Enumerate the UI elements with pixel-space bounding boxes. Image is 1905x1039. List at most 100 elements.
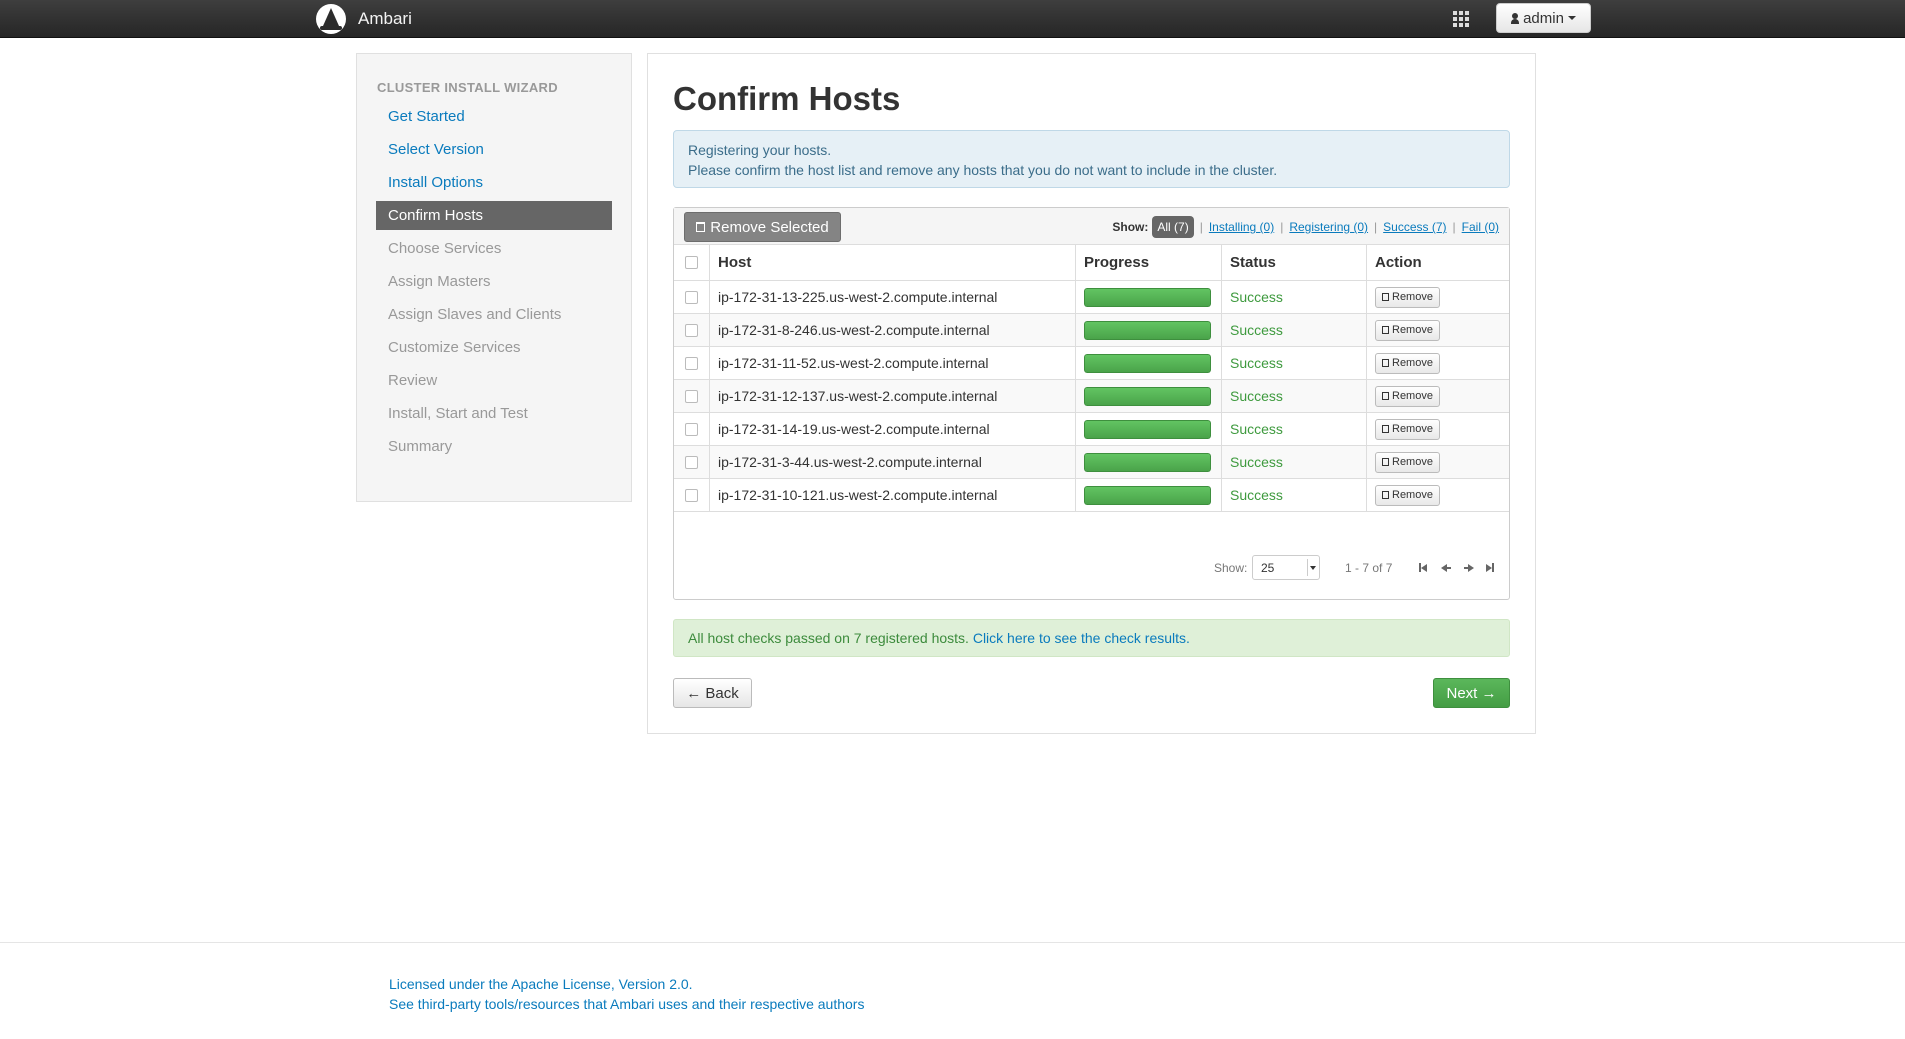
row-checkbox[interactable] (685, 290, 698, 304)
column-host: Host (710, 245, 1076, 280)
remove-host-button[interactable]: Remove (1375, 385, 1440, 407)
remove-label: Remove (1392, 489, 1433, 501)
filter-registering[interactable]: Registering (0) (1289, 220, 1368, 234)
filter-separator: | (1452, 220, 1456, 234)
wizard-step-review: Review (388, 372, 438, 389)
status-text[interactable]: Success (1230, 454, 1283, 470)
status-cell: Success (1222, 281, 1367, 313)
page-size-value: 25 (1261, 561, 1275, 575)
progress-cell (1076, 380, 1222, 412)
remove-host-button[interactable]: Remove (1375, 286, 1440, 308)
user-icon (1511, 12, 1520, 24)
remove-host-button[interactable]: Remove (1375, 484, 1440, 506)
row-checkbox[interactable] (685, 356, 698, 370)
row-checkbox[interactable] (685, 323, 698, 337)
filter-all[interactable]: All (7) (1152, 216, 1194, 238)
select-all-checkbox[interactable] (685, 256, 698, 269)
check-results-link[interactable]: Click here to see the check results. (973, 630, 1190, 646)
row-check-cell (674, 413, 710, 445)
table-row: ip-172-31-12-137.us-west-2.compute.inter… (674, 380, 1509, 413)
filter-fail[interactable]: Fail (0) (1462, 220, 1499, 234)
trash-icon (1382, 293, 1389, 301)
wizard-step-select-version[interactable]: Select Version (376, 135, 612, 164)
license-link[interactable]: Licensed under the Apache License, Versi… (389, 974, 864, 994)
status-text[interactable]: Success (1230, 388, 1283, 404)
row-checkbox[interactable] (685, 488, 698, 502)
column-progress: Progress (1076, 245, 1222, 280)
first-page-icon[interactable] (1419, 562, 1430, 573)
status-text[interactable]: Success (1230, 487, 1283, 503)
action-cell: Remove (1367, 347, 1509, 379)
wizard-sidebar: CLUSTER INSTALL WIZARD Get Started Select… (356, 53, 632, 502)
status-text[interactable]: Success (1230, 355, 1283, 371)
remove-label: Remove (1392, 390, 1433, 402)
page-size-select[interactable]: 25 (1252, 555, 1320, 580)
row-checkbox[interactable] (685, 389, 698, 403)
filter-success[interactable]: Success (7) (1383, 220, 1446, 234)
prev-page-icon[interactable] (1441, 562, 1452, 572)
last-page-icon[interactable] (1486, 562, 1497, 573)
info-line-2: Please confirm the host list and remove … (688, 162, 1278, 178)
wizard-step-install-options[interactable]: Install Options (376, 168, 612, 197)
trash-icon (1382, 491, 1389, 499)
filter-separator: | (1374, 220, 1378, 234)
host-name: ip-172-31-14-19.us-west-2.compute.intern… (710, 413, 1076, 445)
remove-selected-button[interactable]: Remove Selected (684, 212, 841, 242)
progress-bar (1084, 452, 1211, 472)
action-cell: Remove (1367, 413, 1509, 445)
ambari-logo-icon (316, 4, 346, 34)
back-button[interactable]: ← Back (673, 678, 752, 708)
trash-icon (1382, 425, 1389, 433)
remove-host-button[interactable]: Remove (1375, 352, 1440, 374)
trash-icon (1382, 392, 1389, 400)
row-checkbox[interactable] (685, 455, 698, 469)
row-check-cell (674, 314, 710, 346)
status-text[interactable]: Success (1230, 289, 1283, 305)
trash-icon (1382, 458, 1389, 466)
action-cell: Remove (1367, 281, 1509, 313)
brand-name: Ambari (358, 9, 412, 28)
progress-cell (1076, 281, 1222, 313)
action-cell: Remove (1367, 380, 1509, 412)
status-text[interactable]: Success (1230, 322, 1283, 338)
page-title: Confirm Hosts (673, 80, 901, 117)
wizard-step-customize-services: Customize Services (388, 339, 521, 356)
user-menu-button[interactable]: admin (1496, 3, 1591, 33)
row-checkbox[interactable] (685, 422, 698, 436)
third-party-link[interactable]: See third-party tools/resources that Amb… (389, 994, 864, 1014)
trash-icon (696, 222, 706, 232)
grid-apps-icon[interactable] (1453, 11, 1469, 27)
wizard-step-assign-masters: Assign Masters (388, 273, 491, 290)
column-status: Status (1222, 245, 1367, 280)
host-name: ip-172-31-12-137.us-west-2.compute.inter… (710, 380, 1076, 412)
remove-label: Remove (1392, 357, 1433, 369)
host-name: ip-172-31-8-246.us-west-2.compute.intern… (710, 314, 1076, 346)
brand[interactable]: Ambari (316, 0, 412, 38)
status-text[interactable]: Success (1230, 421, 1283, 437)
action-cell: Remove (1367, 314, 1509, 346)
filter-show-label: Show: (1112, 220, 1149, 234)
remove-host-button[interactable]: Remove (1375, 451, 1440, 473)
progress-cell (1076, 314, 1222, 346)
wizard-step-choose-services: Choose Services (388, 240, 502, 257)
host-name: ip-172-31-11-52.us-west-2.compute.intern… (710, 347, 1076, 379)
row-check-cell (674, 380, 710, 412)
next-button[interactable]: Next → (1433, 678, 1510, 708)
filter-installing[interactable]: Installing (0) (1209, 220, 1274, 234)
pager-range: 1 - 7 of 7 (1345, 561, 1393, 575)
remove-host-button[interactable]: Remove (1375, 418, 1440, 440)
select-arrow-icon (1307, 559, 1317, 576)
wizard-step-confirm-hosts[interactable]: Confirm Hosts (376, 201, 612, 230)
table-row: ip-172-31-13-225.us-west-2.compute.inter… (674, 281, 1509, 314)
remove-host-button[interactable]: Remove (1375, 319, 1440, 341)
wizard-step-get-started[interactable]: Get Started (376, 102, 612, 131)
row-check-cell (674, 446, 710, 478)
host-name: ip-172-31-10-121.us-west-2.compute.inter… (710, 479, 1076, 511)
pager-show-label: Show: (1214, 561, 1248, 575)
next-page-icon[interactable] (1464, 562, 1475, 572)
host-checks-text: All host checks passed on 7 registered h… (688, 630, 969, 646)
remove-label: Remove (1392, 456, 1433, 468)
table-row: ip-172-31-8-246.us-west-2.compute.intern… (674, 314, 1509, 347)
progress-bar-fill (1084, 419, 1211, 439)
row-check-cell (674, 347, 710, 379)
